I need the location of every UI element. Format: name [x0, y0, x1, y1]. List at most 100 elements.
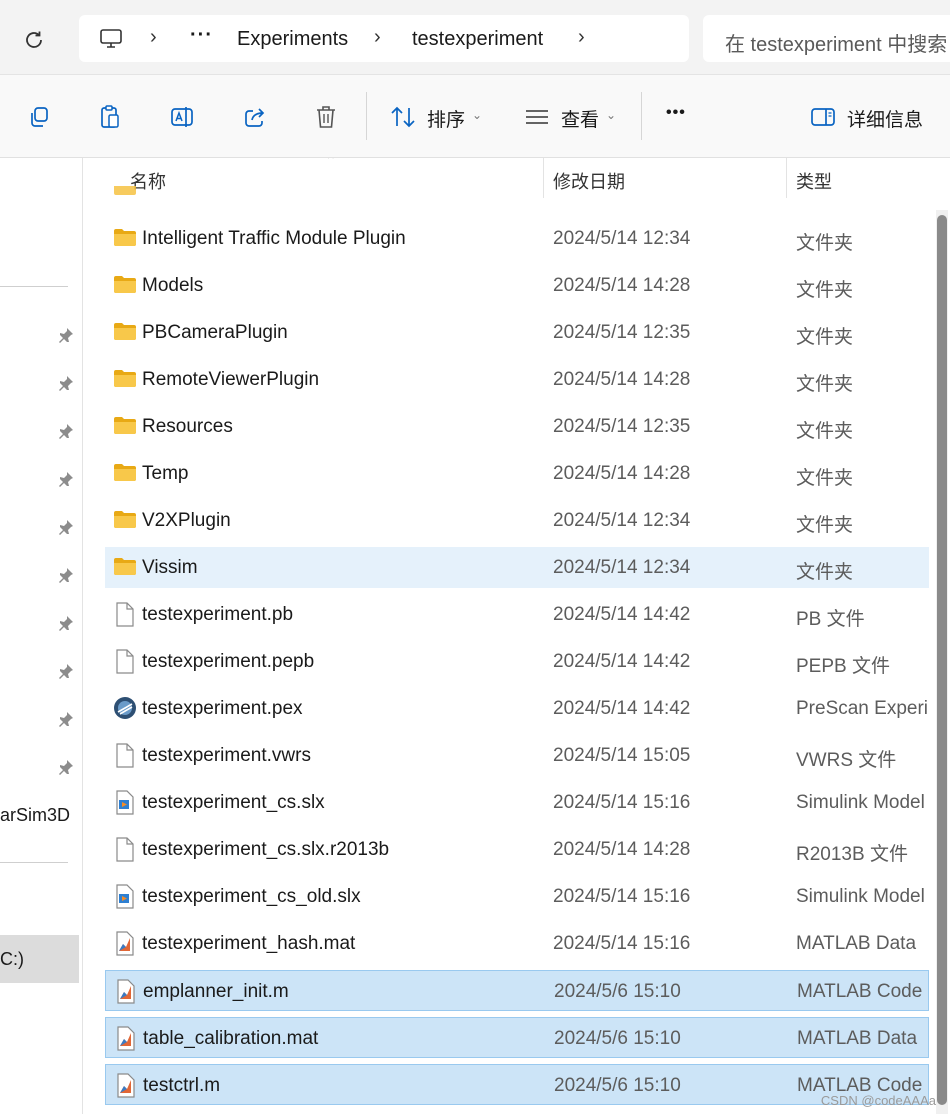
- this-pc-icon[interactable]: [96, 24, 126, 54]
- folder-icon: [113, 226, 137, 250]
- list-item-partial[interactable]: [105, 186, 929, 200]
- pin-icon[interactable]: [57, 614, 75, 632]
- chevron-right-icon[interactable]: ›: [374, 26, 381, 49]
- pin-icon[interactable]: [57, 758, 75, 776]
- paste-icon[interactable]: [95, 102, 125, 132]
- file-name[interactable]: V2XPlugin: [142, 510, 231, 532]
- file-type: MATLAB Data: [797, 1028, 918, 1049]
- list-item[interactable]: testexperiment_cs.slx 2024/5/14 15:16 Simu…: [105, 782, 929, 823]
- folder-icon: [113, 367, 137, 391]
- file-icon: [113, 743, 137, 768]
- list-item[interactable]: V2XPlugin 2024/5/14 12:34 文件夹: [105, 500, 929, 541]
- breadcrumb-testexperiment[interactable]: testexperiment: [412, 28, 543, 51]
- file-name[interactable]: testexperiment_cs_old.slx: [142, 886, 361, 908]
- watermark: CSDN @codeAAAa: [820, 1093, 936, 1108]
- list-item[interactable]: testexperiment_cs.slx.r2013b 2024/5/14 14…: [105, 829, 929, 870]
- pin-icon[interactable]: [57, 710, 75, 728]
- details-button[interactable]: 详细信息: [847, 105, 923, 132]
- delete-icon[interactable]: [311, 102, 341, 132]
- pin-icon[interactable]: [57, 518, 75, 536]
- breadcrumb-experiments[interactable]: Experiments: [237, 28, 348, 51]
- share-icon[interactable]: [240, 102, 270, 132]
- list-item[interactable]: testctrl.m 2024/5/6 15:10 MATLAB Code: [105, 1064, 929, 1105]
- nav-item-arsim3d[interactable]: arSim3D: [0, 805, 70, 826]
- view-button[interactable]: 查看: [561, 105, 599, 132]
- file-type: 文件夹: [796, 562, 854, 583]
- details-pane-icon[interactable]: [808, 102, 838, 132]
- nav-divider: [0, 286, 68, 287]
- pin-icon[interactable]: [57, 422, 75, 440]
- file-name[interactable]: testctrl.m: [143, 1075, 220, 1097]
- file-name[interactable]: testexperiment.pex: [142, 698, 303, 720]
- view-icon[interactable]: [522, 102, 552, 132]
- file-name[interactable]: testexperiment_hash.mat: [142, 933, 355, 955]
- chevron-right-icon[interactable]: ›: [578, 26, 585, 49]
- pin-icon[interactable]: [57, 470, 75, 488]
- file-type: R2013B 文件: [796, 844, 908, 865]
- folder-icon: [113, 555, 137, 579]
- file-name[interactable]: testexperiment.pepb: [142, 651, 314, 673]
- breadcrumb-ellipsis[interactable]: ···: [190, 24, 213, 47]
- file-type: Simulink Model: [796, 886, 925, 907]
- list-item[interactable]: Resources 2024/5/14 12:35 文件夹: [105, 406, 929, 447]
- file-name[interactable]: Intelligent Traffic Module Plugin: [142, 228, 406, 250]
- chevron-down-icon[interactable]: ⌄: [472, 108, 482, 122]
- file-type: MATLAB Code: [797, 981, 923, 1002]
- file-name[interactable]: Resources: [142, 416, 233, 438]
- chevron-right-icon[interactable]: ›: [150, 26, 157, 49]
- pin-icon[interactable]: [57, 662, 75, 680]
- file-type: PB 文件: [796, 609, 865, 630]
- list-item[interactable]: testexperiment_cs_old.slx 2024/5/14 15:16…: [105, 876, 929, 917]
- copy-icon[interactable]: [24, 102, 54, 132]
- file-date: 2024/5/14 12:34: [553, 510, 691, 531]
- matlab-icon: [114, 1073, 138, 1098]
- file-type: 文件夹: [796, 374, 854, 395]
- list-item[interactable]: testexperiment.vwrs 2024/5/14 15:05 VWRS 文…: [105, 735, 929, 776]
- sort-button[interactable]: 排序: [427, 105, 465, 132]
- file-name[interactable]: RemoteViewerPlugin: [142, 369, 319, 391]
- list-item[interactable]: table_calibration.mat 2024/5/6 15:10 MATLA…: [105, 1017, 929, 1058]
- file-icon: [113, 602, 137, 627]
- list-item[interactable]: Intelligent Traffic Module Plugin 2024/5/…: [105, 218, 929, 259]
- scrollbar-thumb[interactable]: [937, 215, 947, 1105]
- sort-icon[interactable]: [388, 102, 418, 132]
- file-name[interactable]: testexperiment_cs.slx: [142, 792, 325, 814]
- file-date: 2024/5/14 14:28: [553, 275, 691, 296]
- list-item[interactable]: Temp 2024/5/14 14:28 文件夹: [105, 453, 929, 494]
- rename-icon[interactable]: [166, 102, 198, 132]
- toolbar-separator: [366, 92, 367, 140]
- more-options-button[interactable]: •••: [666, 104, 686, 122]
- folder-icon: [113, 320, 137, 344]
- list-item[interactable]: RemoteViewerPlugin 2024/5/14 14:28 文件夹: [105, 359, 929, 400]
- list-item[interactable]: testexperiment.pepb 2024/5/14 14:42 PEPB 文…: [105, 641, 929, 682]
- pin-icon[interactable]: [57, 566, 75, 584]
- chevron-down-icon[interactable]: ⌄: [606, 108, 616, 122]
- file-name[interactable]: Models: [142, 275, 203, 297]
- file-name[interactable]: table_calibration.mat: [143, 1028, 318, 1050]
- file-name[interactable]: Temp: [142, 463, 188, 485]
- prescan-icon: [113, 696, 137, 720]
- file-name[interactable]: emplanner_init.m: [143, 981, 289, 1003]
- pin-icon[interactable]: [57, 326, 75, 344]
- file-date: 2024/5/6 15:10: [554, 1028, 681, 1049]
- simulink-icon: [113, 884, 137, 909]
- list-item[interactable]: PBCameraPlugin 2024/5/14 12:35 文件夹: [105, 312, 929, 353]
- search-input[interactable]: 在 testexperiment 中搜索: [725, 28, 947, 57]
- refresh-icon[interactable]: [18, 24, 50, 56]
- pin-icon[interactable]: [57, 374, 75, 392]
- list-item[interactable]: Vissim 2024/5/14 12:34 文件夹: [105, 547, 929, 588]
- file-name[interactable]: testexperiment.vwrs: [142, 745, 311, 767]
- simulink-icon: [113, 790, 137, 815]
- file-name[interactable]: testexperiment.pb: [142, 604, 293, 626]
- file-type: 文件夹: [796, 327, 854, 348]
- address-box[interactable]: [79, 15, 689, 62]
- file-name[interactable]: PBCameraPlugin: [142, 322, 288, 344]
- list-item[interactable]: emplanner_init.m 2024/5/6 15:10 MATLAB Cod…: [105, 970, 929, 1011]
- file-type: 文件夹: [796, 280, 854, 301]
- list-item[interactable]: testexperiment_hash.mat 2024/5/14 15:16 MA…: [105, 923, 929, 964]
- file-name[interactable]: Vissim: [142, 557, 198, 579]
- list-item[interactable]: Models 2024/5/14 14:28 文件夹: [105, 265, 929, 306]
- list-item[interactable]: testexperiment.pex 2024/5/14 14:42 PreScan…: [105, 688, 929, 729]
- list-item[interactable]: testexperiment.pb 2024/5/14 14:42 PB 文件: [105, 594, 929, 635]
- file-name[interactable]: testexperiment_cs.slx.r2013b: [142, 839, 389, 861]
